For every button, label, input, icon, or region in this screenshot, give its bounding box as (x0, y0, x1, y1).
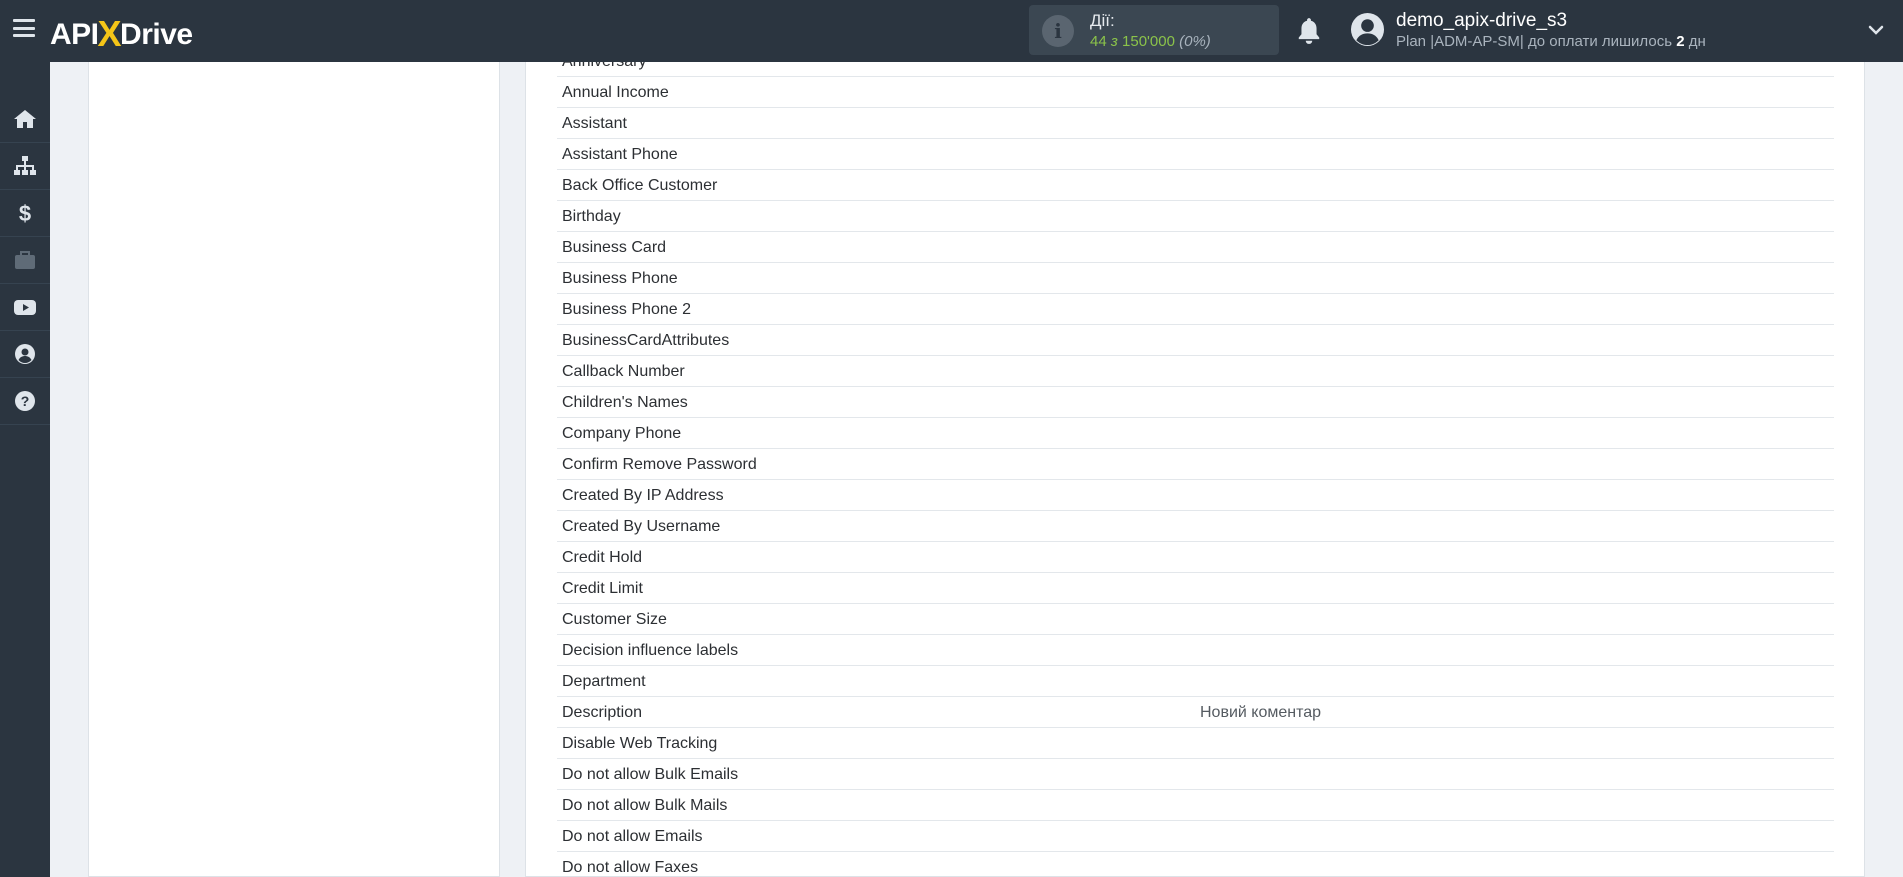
logo-prefix: API (50, 18, 99, 51)
actions-used: 44 (1090, 33, 1107, 50)
field-row: Anniversary (557, 62, 1834, 77)
field-name: Do not allow Bulk Emails (562, 766, 739, 783)
plan-info: Plan |ADM-AP-SM| до оплати лишилось 2 дн (1396, 33, 1706, 50)
actions-label: Дії: (1090, 11, 1115, 30)
user-circle-icon (15, 344, 35, 364)
briefcase-icon (15, 251, 35, 269)
field-row: Business Card (557, 232, 1834, 263)
field-name: Created By Username (562, 518, 721, 535)
field-name: Business Phone 2 (562, 301, 691, 318)
help-icon: ? (15, 391, 35, 411)
main-panel: Anniversary Annual Income Assistant Assista… (525, 62, 1865, 877)
field-row: Birthday (557, 201, 1834, 232)
field-row: Credit Hold (557, 542, 1834, 573)
field-name: Business Phone (562, 270, 678, 287)
sidebar-item-billing[interactable]: $ (0, 190, 50, 237)
menu-toggle-icon[interactable] (13, 19, 35, 37)
field-name: Do not allow Bulk Mails (562, 797, 728, 814)
field-row: Decision influence labels (557, 635, 1834, 666)
youtube-icon (14, 300, 36, 315)
field-name: Back Office Customer (562, 177, 718, 194)
sidebar-item-help[interactable]: ? (0, 378, 50, 425)
field-name: Department (562, 673, 646, 690)
field-name: Decision influence labels (562, 642, 739, 659)
actions-counter[interactable]: i Дії: 44 з 150'000 (0%) (1029, 5, 1279, 55)
plan-days-unit: дн (1688, 33, 1706, 50)
field-name: Customer Size (562, 611, 667, 628)
sidebar: $ ? (0, 62, 50, 877)
field-row: Company Phone (557, 418, 1834, 449)
chevron-down-icon[interactable] (1868, 24, 1884, 36)
field-name: BusinessCardAttributes (562, 332, 730, 349)
actions-of: з (1110, 33, 1118, 50)
field-name: Created By IP Address (562, 487, 724, 504)
dollar-icon: $ (19, 202, 31, 224)
field-name: Anniversary (562, 62, 646, 71)
svg-text:?: ? (21, 393, 30, 409)
left-panel (88, 62, 500, 877)
user-avatar-icon[interactable] (1350, 12, 1385, 47)
sidebar-item-connections[interactable] (0, 143, 50, 190)
field-value: Новий коментар (1200, 704, 1322, 721)
field-row: Callback Number (557, 356, 1834, 387)
field-row: Children's Names (557, 387, 1834, 418)
field-name: Annual Income (562, 84, 669, 101)
sidebar-item-home[interactable] (0, 96, 50, 143)
field-row: Do not allow Bulk Mails (557, 790, 1834, 821)
field-list: Anniversary Annual Income Assistant Assista… (557, 62, 1834, 876)
field-row: Customer Size (557, 604, 1834, 635)
field-row: Created By Username (557, 511, 1834, 542)
sitemap-icon (14, 156, 36, 175)
sidebar-item-videos[interactable] (0, 284, 50, 331)
field-name: Business Card (562, 239, 667, 256)
field-row: Credit Limit (557, 573, 1834, 604)
field-row: Disable Web Tracking (557, 728, 1834, 759)
home-icon (14, 110, 36, 128)
field-row: Created By IP Address (557, 480, 1834, 511)
field-row: BusinessCardAttributes (557, 325, 1834, 356)
username[interactable]: demo_apix-drive_s3 (1396, 10, 1567, 32)
sidebar-item-account[interactable] (0, 331, 50, 378)
field-row: Assistant Phone (557, 139, 1834, 170)
actions-percent: (0%) (1179, 33, 1211, 50)
field-row: Do not allow Emails (557, 821, 1834, 852)
svg-text:$: $ (19, 202, 31, 224)
field-row: Back Office Customer (557, 170, 1834, 201)
field-row: Do not allow Faxes (557, 852, 1834, 876)
field-row: Department (557, 666, 1834, 697)
field-name: Credit Limit (562, 580, 643, 597)
field-name: Do not allow Emails (562, 828, 703, 845)
sidebar-item-services[interactable] (0, 237, 50, 284)
field-row: Assistant (557, 108, 1834, 139)
field-name: Credit Hold (562, 549, 643, 566)
field-name: Confirm Remove Password (562, 456, 757, 473)
field-name: Description (562, 704, 643, 721)
field-row: Do not allow Bulk Emails (557, 759, 1834, 790)
bell-icon[interactable] (1296, 17, 1322, 45)
field-name: Callback Number (562, 363, 685, 380)
actions-total: 150'000 (1122, 33, 1175, 50)
field-name: Company Phone (562, 425, 682, 442)
actions-value: 44 з 150'000 (0%) (1090, 33, 1211, 50)
field-name: Children's Names (562, 394, 688, 411)
apixdrive-logo[interactable]: APIXDrive (50, 11, 193, 54)
field-name: Birthday (562, 208, 621, 225)
logo-suffix: Drive (120, 18, 193, 51)
field-name: Do not allow Faxes (562, 859, 699, 876)
field-row: Business Phone (557, 263, 1834, 294)
plan-days: 2 (1676, 33, 1685, 50)
field-row: Confirm Remove Password (557, 449, 1834, 480)
field-name: Assistant Phone (562, 146, 678, 163)
field-row: Business Phone 2 (557, 294, 1834, 325)
field-row: Description Новий коментар (557, 697, 1834, 728)
info-icon: i (1042, 15, 1074, 47)
field-row: Annual Income (557, 77, 1834, 108)
top-bar: APIXDrive i Дії: 44 з 150'000 (0%) demo_… (0, 0, 1903, 62)
logo-x: X (97, 13, 122, 54)
field-name: Assistant (562, 115, 627, 132)
field-name: Disable Web Tracking (562, 735, 718, 752)
plan-text: Plan |ADM-AP-SM| до оплати лишилось (1396, 33, 1673, 50)
